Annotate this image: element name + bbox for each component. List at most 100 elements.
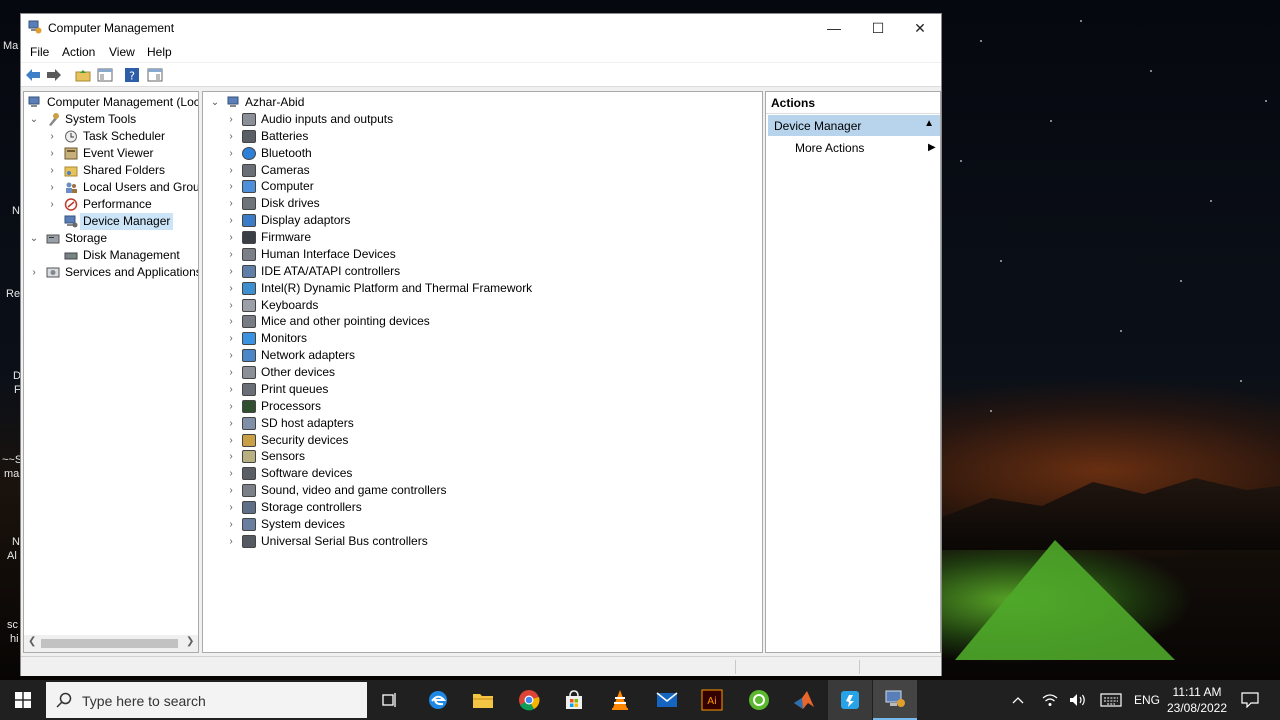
- device-category-row[interactable]: › Software devices: [225, 465, 745, 482]
- device-category-row[interactable]: › Sound, video and game controllers: [225, 482, 745, 499]
- scroll-right-icon[interactable]: ❯: [186, 636, 194, 647]
- chevron-right-icon[interactable]: ›: [225, 280, 237, 297]
- menu-help[interactable]: Help: [147, 45, 172, 59]
- network-button[interactable]: [1038, 680, 1062, 720]
- chevron-right-icon[interactable]: ›: [225, 212, 237, 229]
- chevron-right-icon[interactable]: ›: [225, 432, 237, 449]
- edge-taskbar-button[interactable]: [416, 680, 460, 720]
- chevron-right-icon[interactable]: ›: [46, 128, 58, 145]
- desktop-icon-label[interactable]: Re: [6, 288, 20, 300]
- more-actions-item[interactable]: More Actions: [795, 141, 864, 155]
- show-hide-tree-button[interactable]: [96, 66, 114, 84]
- matlab-taskbar-button[interactable]: [782, 680, 826, 720]
- chevron-right-icon[interactable]: ›: [46, 196, 58, 213]
- chevron-right-icon[interactable]: ›: [46, 145, 58, 162]
- device-category-row[interactable]: › Batteries: [225, 128, 745, 145]
- desktop-icon-label[interactable]: sc: [7, 619, 18, 631]
- device-category-row[interactable]: › Security devices: [225, 432, 745, 449]
- device-category-row[interactable]: › Human Interface Devices: [225, 246, 745, 263]
- tree-item-task-scheduler[interactable]: › Task Scheduler: [26, 128, 198, 145]
- device-category-row[interactable]: › SD host adapters: [225, 415, 745, 432]
- volume-button[interactable]: [1066, 680, 1090, 720]
- show-hide-action-pane-button[interactable]: [146, 66, 164, 84]
- store-taskbar-button[interactable]: [552, 680, 596, 720]
- device-category-row[interactable]: › Bluetooth: [225, 145, 745, 162]
- title-bar[interactable]: Computer Management — ☐ ✕: [21, 14, 941, 42]
- device-root[interactable]: ⌄ Azhar-Abid: [207, 94, 707, 111]
- close-button[interactable]: ✕: [897, 14, 943, 42]
- forward-button[interactable]: [45, 66, 63, 84]
- desktop-icon-label[interactable]: N: [12, 536, 20, 548]
- chevron-right-icon[interactable]: ›: [225, 263, 237, 280]
- language-indicator[interactable]: ENG: [1132, 680, 1162, 720]
- chevron-right-icon[interactable]: ›: [225, 313, 237, 330]
- desktop-icon-label[interactable]: ma: [4, 468, 19, 480]
- camtasia-taskbar-button[interactable]: [737, 680, 781, 720]
- device-category-row[interactable]: › Monitors: [225, 330, 745, 347]
- device-category-row[interactable]: › Disk drives: [225, 195, 745, 212]
- actions-section-device-manager[interactable]: Device Manager ▲: [768, 115, 940, 136]
- tree-item-event-viewer[interactable]: › Event Viewer: [26, 145, 198, 162]
- computer-management-taskbar-button[interactable]: [873, 680, 917, 720]
- up-level-button[interactable]: [74, 66, 92, 84]
- scrollbar-thumb[interactable]: [41, 639, 178, 648]
- device-category-row[interactable]: › Processors: [225, 398, 745, 415]
- minimize-button[interactable]: —: [811, 14, 857, 42]
- task-view-button[interactable]: [368, 680, 412, 720]
- tree-item-local-users-groups[interactable]: › Local Users and Groups: [26, 179, 198, 196]
- chevron-right-icon[interactable]: ›: [225, 499, 237, 516]
- menu-action[interactable]: Action: [62, 45, 95, 59]
- chevron-right-icon[interactable]: ›: [225, 246, 237, 263]
- chevron-right-icon[interactable]: ›: [225, 381, 237, 398]
- tree-item-shared-folders[interactable]: › Shared Folders: [26, 162, 198, 179]
- tree-item-services-applications[interactable]: › Services and Applications: [26, 264, 198, 281]
- tree-horizontal-scrollbar[interactable]: ❮ ❯: [24, 635, 198, 652]
- tree-item-system-tools[interactable]: ⌄ System Tools: [26, 111, 198, 128]
- tree-item-performance[interactable]: › Performance: [26, 196, 198, 213]
- start-button[interactable]: [0, 680, 46, 720]
- maximize-button[interactable]: ☐: [855, 14, 901, 42]
- menu-view[interactable]: View: [109, 45, 135, 59]
- desktop-icon-label[interactable]: Ma: [3, 40, 18, 52]
- device-category-row[interactable]: › Firmware: [225, 229, 745, 246]
- chevron-right-icon[interactable]: ›: [225, 229, 237, 246]
- chevron-down-icon[interactable]: ⌄: [28, 230, 40, 247]
- chevron-right-icon[interactable]: ›: [225, 195, 237, 212]
- mail-taskbar-button[interactable]: [645, 680, 689, 720]
- show-hidden-icons-button[interactable]: [1006, 680, 1030, 720]
- chevron-right-icon[interactable]: ›: [225, 111, 237, 128]
- menu-file[interactable]: File: [30, 45, 49, 59]
- taskbar-search-box[interactable]: Type here to search: [46, 682, 367, 718]
- chevron-right-icon[interactable]: ›: [225, 297, 237, 314]
- device-category-row[interactable]: › Keyboards: [225, 297, 745, 314]
- tree-item-disk-management[interactable]: Disk Management: [26, 247, 198, 264]
- collapse-up-icon[interactable]: ▲: [924, 118, 934, 129]
- chevron-right-icon[interactable]: ›: [225, 128, 237, 145]
- tree-item-device-manager[interactable]: Device Manager: [26, 213, 198, 230]
- device-category-row[interactable]: › Audio inputs and outputs: [225, 111, 745, 128]
- device-category-row[interactable]: › Sensors: [225, 448, 745, 465]
- chrome-taskbar-button[interactable]: [507, 680, 551, 720]
- chevron-right-icon[interactable]: ›: [225, 415, 237, 432]
- device-category-row[interactable]: › Storage controllers: [225, 499, 745, 516]
- device-category-row[interactable]: › Display adaptors: [225, 212, 745, 229]
- chevron-right-icon[interactable]: ›: [225, 465, 237, 482]
- device-category-row[interactable]: › Cameras: [225, 162, 745, 179]
- chevron-right-icon[interactable]: ›: [225, 162, 237, 179]
- help-button[interactable]: ?: [123, 66, 141, 84]
- action-center-button[interactable]: [1238, 680, 1262, 720]
- clock[interactable]: 11:11 AM 23/08/2022: [1162, 684, 1232, 716]
- tree-item-storage[interactable]: ⌄ Storage: [26, 230, 198, 247]
- chevron-right-icon[interactable]: ›: [225, 448, 237, 465]
- touch-keyboard-button[interactable]: [1098, 680, 1124, 720]
- chevron-right-icon[interactable]: ›: [46, 179, 58, 196]
- chevron-right-icon[interactable]: ›: [225, 330, 237, 347]
- scroll-left-icon[interactable]: ❮: [28, 636, 36, 647]
- chevron-right-icon[interactable]: ›: [28, 264, 40, 281]
- chevron-down-icon[interactable]: ⌄: [209, 94, 221, 111]
- desktop-icon-label[interactable]: hi: [10, 633, 19, 645]
- chevron-right-icon[interactable]: ›: [225, 364, 237, 381]
- tree-item-computer-management[interactable]: Computer Management (Local: [26, 94, 198, 111]
- device-category-row[interactable]: › Universal Serial Bus controllers: [225, 533, 745, 550]
- file-explorer-taskbar-button[interactable]: [461, 680, 505, 720]
